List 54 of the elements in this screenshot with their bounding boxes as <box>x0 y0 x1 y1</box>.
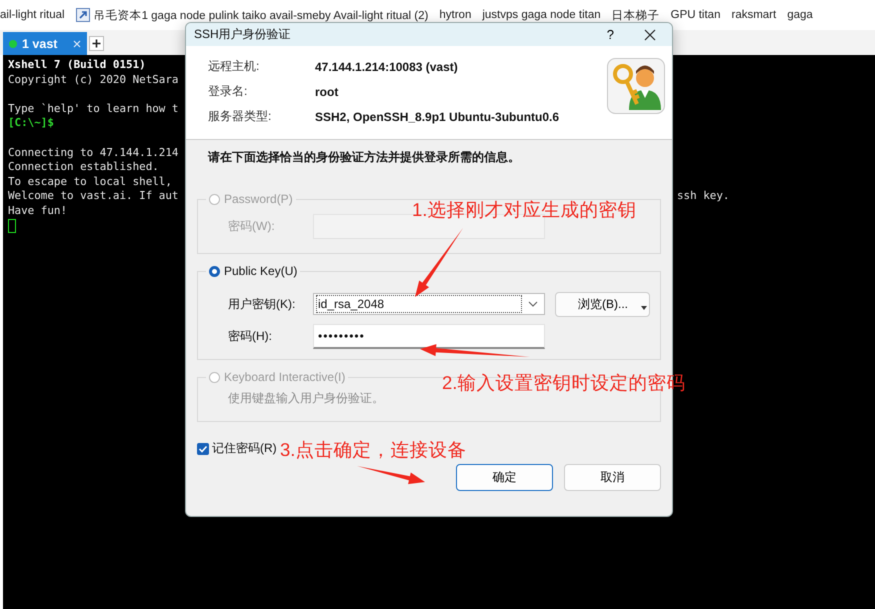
annotation-text: 1.选择刚才对应生成的密钥 <box>412 198 636 222</box>
browse-button[interactable]: 浏览(B)... <box>555 292 650 316</box>
terminal-line: Connecting to 47.144.1.214 <box>8 146 178 159</box>
radio-label: Public Key(U) <box>224 264 298 278</box>
annotation-text: 3.点击确定，连接设备 <box>280 438 466 462</box>
password-field[interactable]: ••••••••• <box>313 324 545 348</box>
bookmark-link[interactable]: 吊毛资本1 gaga node pulink taiko avail-smeby Avail-light ritual (2) <box>94 8 428 22</box>
checkbox-label: 记住密码(R) <box>212 440 277 457</box>
instruction-text: 请在下面选择恰当的身份验证方法并提供登录所需的信息。 <box>206 149 521 166</box>
field-label: 密码(H): <box>228 328 273 344</box>
info-label: 服务器类型: <box>208 108 272 125</box>
method-description: 使用键盘输入用户身份验证。 <box>228 391 384 405</box>
terminal-line: Type `help' to learn how t <box>8 102 178 115</box>
terminal-line: Have fun! <box>8 204 68 217</box>
bookmark-link[interactable]: hytron <box>439 9 472 21</box>
caret-icon[interactable] <box>641 306 647 310</box>
bookmark-link[interactable]: raksmart <box>731 9 776 21</box>
add-tab-icon[interactable] <box>89 36 104 51</box>
terminal-line: Welcome to vast.ai. If aut <box>8 189 178 202</box>
checkbox[interactable] <box>197 442 209 454</box>
info-value: 47.144.1.214:10083 (vast) <box>315 60 458 74</box>
field-label: 密码(W): <box>228 218 276 234</box>
key-dropdown[interactable]: id_rsa_2048 <box>313 293 545 315</box>
help-button[interactable]: ? <box>600 27 620 42</box>
close-icon[interactable] <box>644 28 656 40</box>
terminal-line: To escape to local shell, <box>8 174 172 188</box>
field-label: 用户密钥(K): <box>228 296 296 312</box>
bookmark-link[interactable]: ail-light ritual <box>0 9 65 21</box>
tab-label: 1 vast <box>22 36 58 50</box>
cancel-button[interactable]: 取消 <box>564 464 661 491</box>
ok-button[interactable]: 确定 <box>456 464 553 491</box>
radio-label: Keyboard Interactive(I) <box>224 370 346 384</box>
bookmark-link[interactable]: gaga <box>787 9 813 21</box>
terminal-line: Xshell 7 (Build 0151) <box>8 58 146 71</box>
radio-button[interactable] <box>209 266 220 276</box>
annotation-arrow <box>357 466 425 484</box>
terminal-line: Copyright (c) 2020 NetSara <box>8 72 178 86</box>
info-value: root <box>315 84 338 98</box>
bookmark-link[interactable]: 日本梯子 <box>612 8 660 22</box>
bookmark-link[interactable]: justvps gaga node titan <box>482 9 601 21</box>
terminal-prompt: [C:\~]$ <box>8 116 54 130</box>
info-label: 登录名: <box>208 83 248 100</box>
terminal-line: Connection established. <box>8 160 159 174</box>
info-label: 远程主机: <box>208 58 260 75</box>
radio-label: Password(P) <box>224 192 293 206</box>
bookmark-link[interactable]: GPU titan <box>670 9 720 21</box>
terminal-line: ssh key. <box>677 189 730 204</box>
annotation-arrow <box>415 228 463 297</box>
session-tab[interactable]: 1 vast <box>3 32 87 55</box>
terminal-cursor <box>8 218 16 233</box>
info-value: SSH2, OpenSSH_8.9p1 Ubuntu-3ubuntu0.6 <box>315 110 560 124</box>
chevron-icon <box>528 301 538 307</box>
user-key-icon <box>607 58 665 114</box>
dialog-title: SSH用户身份验证 <box>194 26 292 43</box>
